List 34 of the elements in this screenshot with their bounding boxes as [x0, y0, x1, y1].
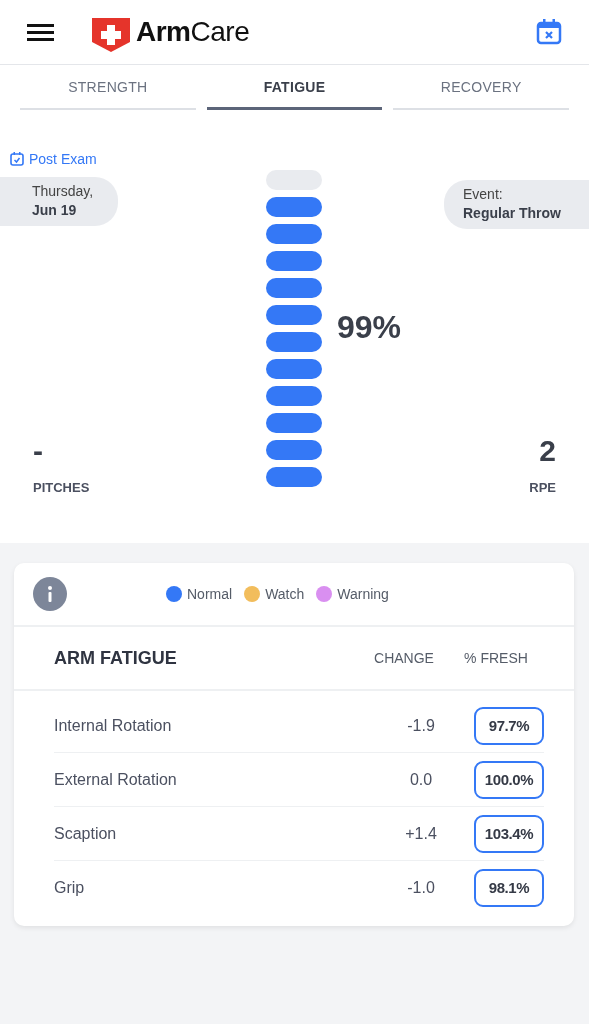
date-day: Thursday,	[32, 183, 94, 199]
row-label: External Rotation	[54, 770, 178, 789]
rpe-value: 2	[539, 434, 556, 468]
pitches-value: -	[33, 434, 44, 468]
column-header: % FRESH	[463, 650, 529, 666]
change-value: -1.9	[406, 716, 436, 735]
exam-link[interactable]: Post Exam	[29, 151, 97, 167]
column-header: CHANGE	[373, 650, 435, 666]
info-icon[interactable]	[33, 577, 67, 611]
row-label: Grip	[54, 878, 86, 897]
calendar-icon[interactable]	[535, 18, 563, 46]
row-label: Scaption	[54, 824, 118, 843]
event-text: Regular Throw	[463, 204, 562, 223]
fresh-badge: 100.0%	[474, 760, 544, 799]
table-title: ARM FATIGUE	[54, 647, 178, 669]
legend-label: Normal	[187, 586, 233, 602]
legend-label: Warning	[337, 586, 389, 602]
menu-icon[interactable]	[27, 22, 54, 42]
fatigue-percent: 99%	[337, 309, 402, 346]
legend-label: Watch	[265, 586, 305, 602]
rpe-label: RPE	[529, 480, 556, 495]
date-text: Jun 19	[32, 201, 78, 220]
app-logo: ArmCare	[136, 16, 250, 48]
fresh-badge: 97.7%	[474, 706, 544, 745]
change-value: 0.0	[408, 770, 434, 789]
change-value: -1.0	[406, 878, 436, 897]
event-label: Event:	[463, 186, 503, 202]
fresh-badge: 98.1%	[474, 868, 544, 907]
row-label: Internal Rotation	[54, 716, 173, 735]
shield-icon	[92, 18, 130, 52]
pitches-label: PITCHES	[33, 480, 91, 495]
calendar-check-icon	[10, 152, 24, 166]
fresh-badge: 103.4%	[474, 814, 544, 853]
change-value: +1.4	[404, 824, 438, 843]
